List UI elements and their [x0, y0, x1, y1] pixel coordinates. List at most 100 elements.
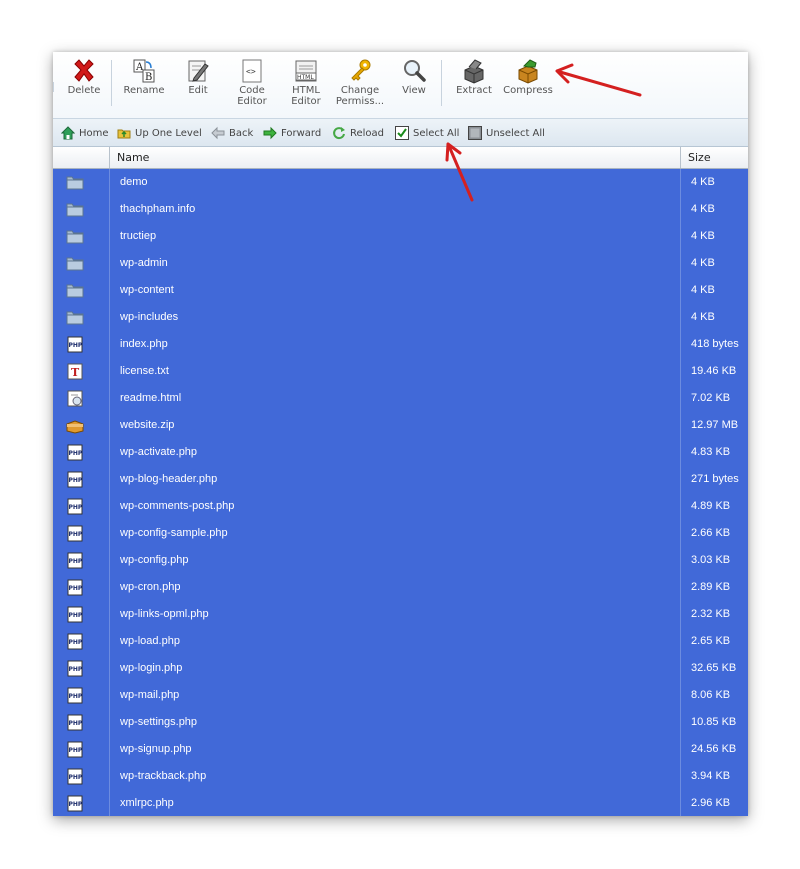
column-header-name[interactable]: Name	[109, 147, 680, 168]
file-name[interactable]: readme.html	[120, 385, 181, 412]
table-row[interactable]: PHP xmlrpc.php 2.96 KB	[53, 790, 748, 816]
table-row[interactable]: PHP wp-activate.php 4.83 KB	[53, 439, 748, 466]
svg-text:PHP: PHP	[69, 477, 83, 484]
file-name[interactable]: wp-links-opml.php	[120, 601, 209, 628]
file-name[interactable]: wp-config-sample.php	[120, 520, 228, 547]
view-button[interactable]: View	[386, 58, 442, 96]
row-icon-cell: PHP	[53, 790, 109, 816]
change-permissions-button[interactable]: Change Permiss...	[332, 58, 388, 107]
php-file-icon: PHP	[67, 714, 83, 731]
folder-icon	[66, 176, 84, 190]
file-size: 2.89 KB	[691, 581, 731, 593]
file-size: 418 bytes	[691, 338, 739, 350]
svg-text:T: T	[71, 366, 80, 379]
table-row[interactable]: PHP wp-load.php 2.65 KB	[53, 628, 748, 655]
reload-button[interactable]: Reload	[332, 126, 384, 140]
php-file-icon: PHP	[67, 687, 83, 704]
table-row[interactable]: website.zip 12.97 MB	[53, 412, 748, 439]
compress-button[interactable]: Compress	[500, 58, 556, 96]
svg-text:PHP: PHP	[69, 666, 83, 673]
table-row[interactable]: PHP wp-trackback.php 3.94 KB	[53, 763, 748, 790]
magnifier-icon	[404, 60, 426, 82]
php-file-icon: PHP	[67, 741, 83, 758]
column-header-size[interactable]: Size	[680, 147, 748, 168]
rename-button[interactable]: A B Rename	[116, 58, 172, 96]
row-icon-cell	[53, 277, 109, 304]
table-row[interactable]: PHP wp-login.php 32.65 KB	[53, 655, 748, 682]
svg-text:PHP: PHP	[69, 774, 83, 781]
file-name[interactable]: index.php	[120, 331, 168, 358]
back-button[interactable]: Back	[211, 126, 253, 140]
table-row[interactable]: PHP wp-comments-post.php 4.89 KB	[53, 493, 748, 520]
table-row[interactable]: PHP wp-links-opml.php 2.32 KB	[53, 601, 748, 628]
table-row[interactable]: tructiep 4 KB	[53, 223, 748, 250]
file-name[interactable]: wp-load.php	[120, 628, 180, 655]
php-file-icon: PHP	[67, 660, 83, 677]
table-row[interactable]: PHP wp-cron.php 2.89 KB	[53, 574, 748, 601]
table-row[interactable]: wp-includes 4 KB	[53, 304, 748, 331]
delete-button[interactable]: Delete	[56, 58, 112, 96]
file-name[interactable]: wp-login.php	[120, 655, 182, 682]
file-name[interactable]: wp-comments-post.php	[120, 493, 234, 520]
home-button[interactable]: Home	[61, 126, 109, 140]
table-row[interactable]: readme.html 7.02 KB	[53, 385, 748, 412]
file-size: 2.96 KB	[691, 797, 731, 809]
file-name[interactable]: website.zip	[120, 412, 174, 439]
table-row[interactable]: wp-admin 4 KB	[53, 250, 748, 277]
file-list: demo 4 KB thachpham.info 4 KB tructiep 4 KB wp…	[53, 169, 748, 816]
file-name[interactable]: tructiep	[120, 223, 156, 250]
table-row[interactable]: PHP wp-config.php 3.03 KB	[53, 547, 748, 574]
table-row[interactable]: wp-content 4 KB	[53, 277, 748, 304]
svg-text:PHP: PHP	[69, 585, 83, 592]
extract-box-icon	[464, 59, 484, 84]
compress-box-icon	[518, 59, 538, 84]
file-name[interactable]: wp-signup.php	[120, 736, 192, 763]
table-row[interactable]: PHP wp-mail.php 8.06 KB	[53, 682, 748, 709]
extract-button[interactable]: Extract	[446, 58, 502, 96]
up-one-level-button[interactable]: Up One Level	[117, 126, 202, 140]
table-row[interactable]: PHP wp-config-sample.php 2.66 KB	[53, 520, 748, 547]
table-row[interactable]: PHP index.php 418 bytes	[53, 331, 748, 358]
row-icon-cell: PHP	[53, 628, 109, 655]
file-name[interactable]: wp-mail.php	[120, 682, 179, 709]
toolbar-separator	[441, 60, 442, 106]
file-size: 10.85 KB	[691, 716, 737, 728]
file-name[interactable]: thachpham.info	[120, 196, 195, 223]
table-row[interactable]: PHP wp-signup.php 24.56 KB	[53, 736, 748, 763]
select-all-button[interactable]: Select All	[395, 126, 459, 140]
file-name[interactable]: wp-settings.php	[120, 709, 197, 736]
forward-button[interactable]: Forward	[263, 126, 321, 140]
file-name[interactable]: wp-config.php	[120, 547, 189, 574]
file-name[interactable]: wp-trackback.php	[120, 763, 206, 790]
unselect-all-button[interactable]: Unselect All	[468, 126, 545, 140]
svg-text:PHP: PHP	[69, 801, 83, 808]
file-name[interactable]: wp-includes	[120, 304, 178, 331]
file-name[interactable]: wp-activate.php	[120, 439, 197, 466]
file-size: 2.65 KB	[691, 635, 731, 647]
toolbar: Delete A B Rename Edit <> Code Editor HT…	[53, 52, 748, 119]
folder-icon	[66, 257, 84, 271]
table-row[interactable]: PHP wp-settings.php 10.85 KB	[53, 709, 748, 736]
file-name[interactable]: wp-admin	[120, 250, 168, 277]
edit-button[interactable]: Edit	[170, 58, 226, 96]
checked-box-icon	[395, 126, 409, 140]
file-size: 271 bytes	[691, 473, 739, 485]
html-editor-button[interactable]: HTML HTML Editor	[278, 58, 334, 107]
table-row[interactable]: Tlicense.txt 19.46 KB	[53, 358, 748, 385]
table-row[interactable]: demo 4 KB	[53, 169, 748, 196]
rename-ab-icon: A B	[133, 59, 155, 83]
row-icon-cell: PHP	[53, 763, 109, 790]
column-header-icon	[53, 147, 109, 168]
file-name[interactable]: wp-blog-header.php	[120, 466, 217, 493]
table-row[interactable]: thachpham.info 4 KB	[53, 196, 748, 223]
code-editor-button[interactable]: <> Code Editor	[224, 58, 280, 107]
file-name[interactable]: wp-cron.php	[120, 574, 181, 601]
svg-text:PHP: PHP	[69, 450, 83, 457]
file-name[interactable]: license.txt	[120, 358, 169, 385]
table-row[interactable]: PHP wp-blog-header.php 271 bytes	[53, 466, 748, 493]
row-icon-cell	[53, 412, 109, 439]
php-file-icon: PHP	[67, 525, 83, 542]
file-name[interactable]: wp-content	[120, 277, 174, 304]
file-name[interactable]: demo	[120, 169, 148, 196]
file-name[interactable]: xmlrpc.php	[120, 790, 174, 816]
